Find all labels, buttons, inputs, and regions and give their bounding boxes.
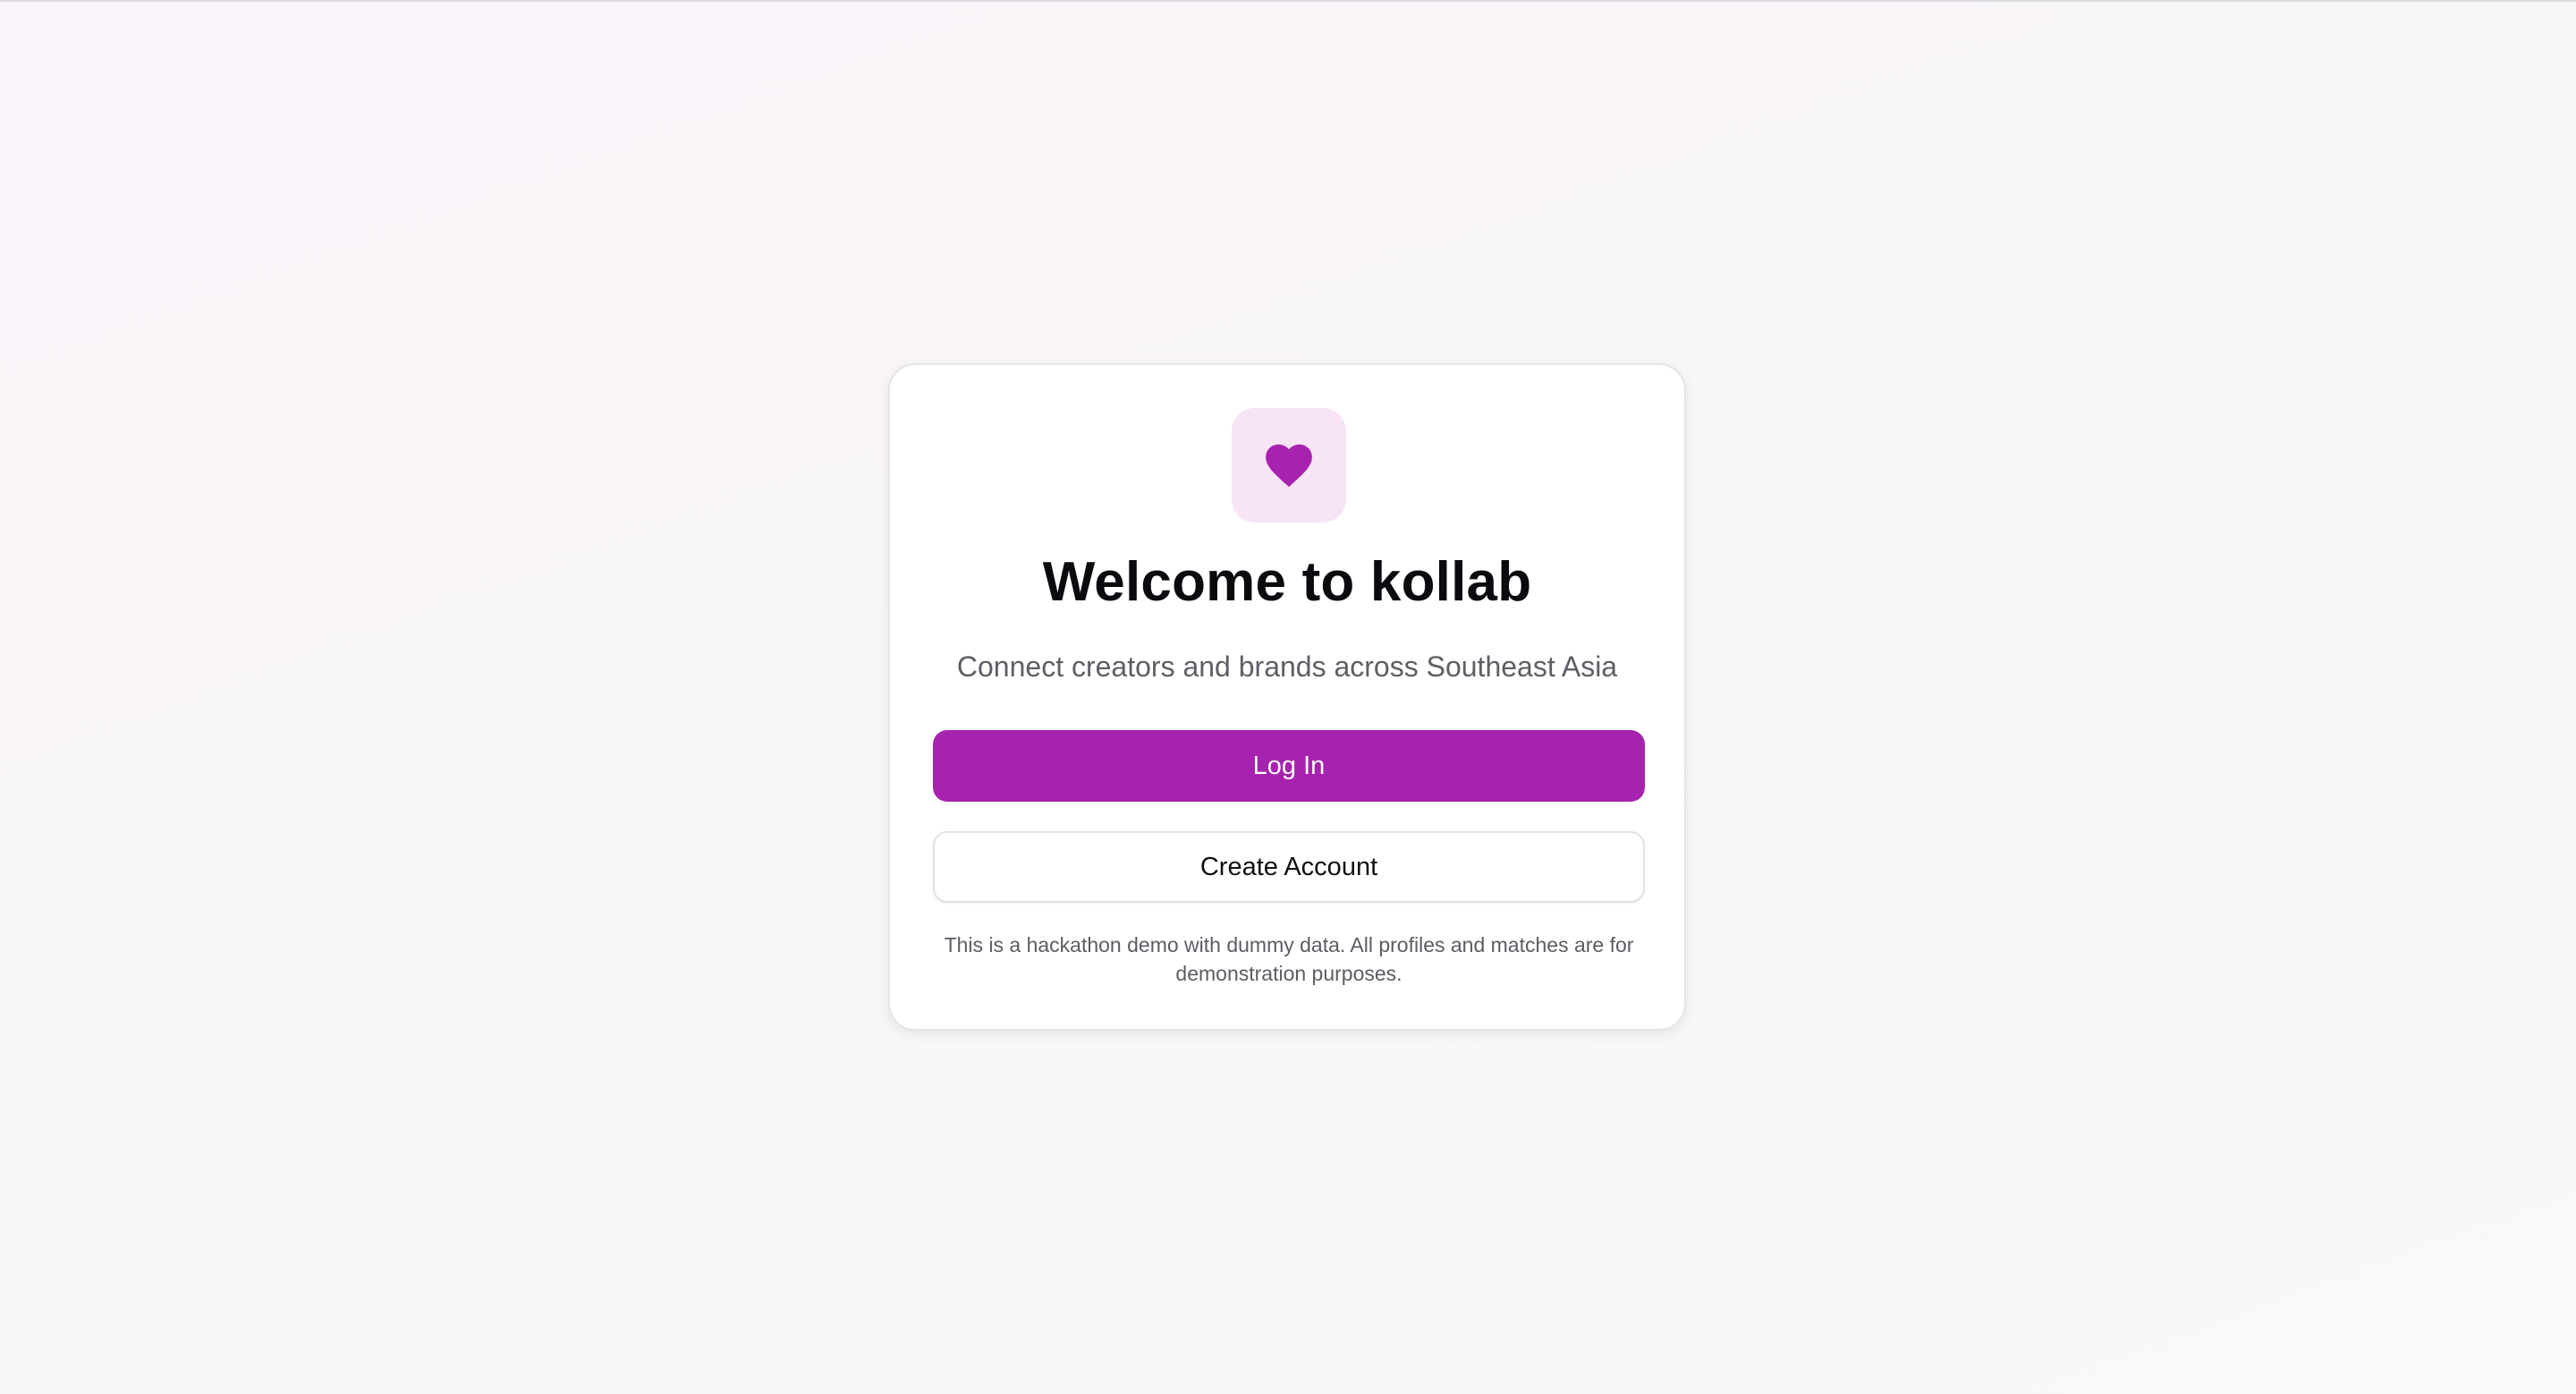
login-button[interactable]: Log In <box>933 730 1645 802</box>
create-account-button[interactable]: Create Account <box>933 831 1645 903</box>
top-divider <box>0 0 2576 2</box>
heart-icon <box>1266 444 1312 488</box>
app-logo <box>1232 408 1346 523</box>
page-subtitle: Connect creators and brands across South… <box>956 650 1618 683</box>
demo-disclaimer: This is a hackathon demo with dummy data… <box>944 933 1634 985</box>
welcome-card: Welcome to kollab Connect creators and b… <box>888 363 1686 1031</box>
page-title: Welcome to kollab <box>1042 551 1532 613</box>
